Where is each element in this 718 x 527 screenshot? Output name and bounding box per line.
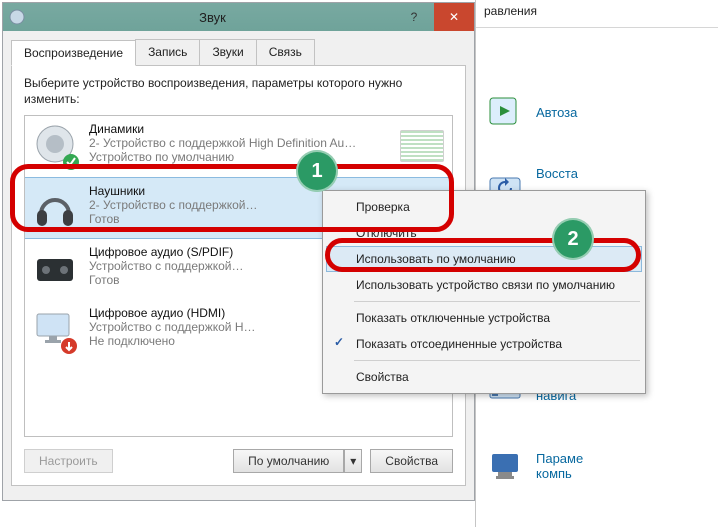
monitor-icon — [31, 306, 79, 354]
bottom-buttons: Настроить По умолчанию ▾ Свойства — [24, 449, 453, 473]
spdif-icon — [31, 245, 79, 293]
cm-set-comm-default[interactable]: Использовать устройство связи по умолчан… — [326, 272, 642, 298]
tabs: Воспроизведение Запись Звуки Связь — [11, 39, 466, 66]
tab-recording[interactable]: Запись — [135, 39, 200, 65]
sound-app-icon — [9, 9, 25, 25]
instruction-text: Выберите устройство воспроизведения, пар… — [24, 76, 453, 107]
device-sub1: 2- Устройство с поддержкой High Definiti… — [89, 136, 390, 150]
cm-test[interactable]: Проверка — [326, 194, 642, 220]
cm-show-disconnected[interactable]: Показать отсоединенные устройства — [326, 331, 642, 357]
control-panel-title-fragment: равления — [484, 4, 537, 18]
level-meter — [400, 130, 444, 162]
help-button[interactable]: ? — [394, 3, 434, 31]
counters-icon — [486, 446, 526, 486]
titlebar[interactable]: Звук ? ✕ — [3, 3, 474, 31]
set-default-button[interactable]: По умолчанию — [233, 449, 344, 473]
close-button[interactable]: ✕ — [434, 3, 474, 31]
cp-item-autoplay[interactable]: Автоза — [486, 88, 708, 136]
cm-properties[interactable]: Свойства — [326, 364, 642, 390]
autoplay-icon — [486, 92, 526, 132]
tab-sounds[interactable]: Звуки — [199, 39, 256, 65]
configure-button[interactable]: Настроить — [24, 449, 113, 473]
properties-button[interactable]: Свойства — [370, 449, 453, 473]
window-title: Звук — [31, 10, 394, 25]
set-default-dropdown[interactable]: ▾ — [344, 449, 362, 473]
headphones-icon — [31, 184, 79, 232]
control-panel-header: равления — [476, 0, 718, 28]
context-menu: Проверка Отключить Использовать по умолч… — [322, 190, 646, 394]
tab-playback[interactable]: Воспроизведение — [11, 40, 136, 66]
cm-disable[interactable]: Отключить — [326, 220, 642, 246]
cm-separator — [354, 301, 640, 302]
cm-show-disabled[interactable]: Показать отключенные устройства — [326, 305, 642, 331]
device-title: Динамики — [89, 122, 390, 136]
device-speakers[interactable]: Динамики 2- Устройство с поддержкой High… — [25, 116, 452, 177]
cp-item-label: Восста — [536, 166, 578, 181]
cp-item-label: Параме компь — [536, 451, 583, 481]
cp-item-label: Автоза — [536, 105, 577, 120]
cm-set-default[interactable]: Использовать по умолчанию — [326, 246, 642, 272]
speaker-icon — [31, 122, 79, 170]
set-default-split-button[interactable]: По умолчанию ▾ — [233, 449, 362, 473]
device-sub2: Устройство по умолчанию — [89, 150, 390, 164]
cp-item-counters[interactable]: ок Параме компь — [486, 442, 708, 490]
cm-separator — [354, 360, 640, 361]
tab-communications[interactable]: Связь — [256, 39, 315, 65]
